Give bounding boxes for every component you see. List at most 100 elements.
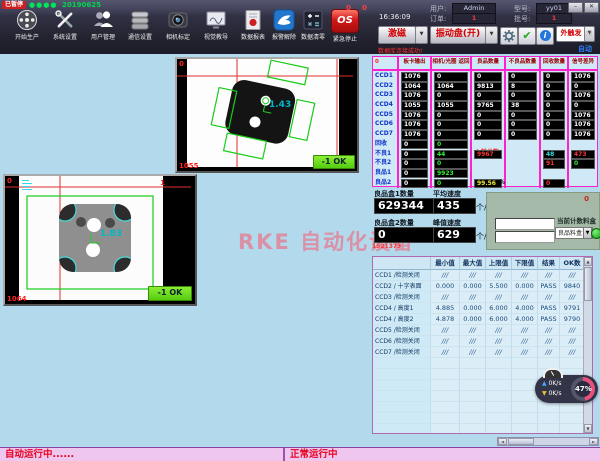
results-row: CCD4 / 高度14.8850.0006.0004.000PASS9791 (373, 303, 592, 314)
results-cell: 6.000 (486, 303, 512, 314)
scroll-right-button[interactable]: ► (589, 438, 598, 445)
toolbar-button-comm-settings[interactable]: 通信设置 (122, 9, 158, 53)
check-icon: ✔ (522, 29, 531, 42)
camera-icon (167, 9, 189, 31)
panel-flag: 0 (584, 195, 589, 203)
results-cell: /// (538, 325, 560, 336)
monitor-icon (205, 9, 227, 31)
batch-value-field: 1 (536, 13, 572, 24)
arrow-down-icon: ▼ (586, 426, 589, 431)
tools-icon (54, 9, 76, 31)
arrow-left-icon: ◄ (501, 439, 504, 444)
current-box-label: 当前计数料盒 (557, 215, 596, 225)
measure-value-left: 1.83 (100, 229, 122, 239)
results-cell: /// (460, 347, 486, 358)
results-empty-row (373, 424, 592, 434)
trigger-select[interactable]: 外触发 (556, 26, 586, 42)
stats-table: 0 板卡输出 相机/光圈 返回 良品数量 不良品数量 回收数量 信号差异 CCD… (372, 56, 598, 187)
results-cell: /// (538, 336, 560, 347)
status-led (591, 228, 600, 239)
stats-row: CCD3107600001076 (373, 90, 597, 100)
scroll-down-button[interactable]: ▼ (584, 424, 592, 433)
results-cell: /// (512, 336, 538, 347)
stats-cell: 0 (399, 178, 432, 189)
demagnetize-dropdown-button[interactable]: ▼ (415, 26, 428, 44)
count-input-2[interactable] (495, 231, 555, 243)
toolbar-button-camera-calibration[interactable]: 相机标定 (160, 9, 196, 53)
auto-mode-label: 自动 (578, 44, 592, 54)
stats-row: CCD41055105597653800 (373, 100, 597, 110)
results-row: CCD2 / 十字表面0.0000.0005.5000.000PASS9840 (373, 281, 592, 292)
camera-view-top: 1.43 0 1055 -1 OK (175, 57, 359, 173)
vibrator-dropdown-button[interactable]: ▼ (485, 26, 498, 44)
stats-row: 良品20099.56%0 (373, 178, 597, 188)
usage-percent: 47% (575, 381, 591, 397)
stats-value: 99.56 (474, 179, 502, 189)
camera-index-right: 1 (160, 179, 165, 187)
scrollbar-thumb[interactable] (584, 267, 592, 301)
results-cell: 9790 (560, 314, 585, 325)
toolbar-button-label: 通信设置 (122, 32, 158, 41)
date-label: 20190625 (62, 1, 101, 9)
results-row-label: CCD4 / 高度2 (373, 314, 431, 325)
avg-speed-value: 435 (433, 198, 476, 214)
info-icon: i (540, 30, 551, 41)
status-message-left: 自动运行中...... (0, 448, 283, 461)
stats-corner: 0 (373, 57, 399, 69)
toolbar-button-data-clear[interactable]: 数据清零 (295, 9, 331, 53)
results-cell: /// (486, 270, 512, 281)
results-row-label: CCD1 /检测关闭 (373, 270, 431, 281)
toolbar-button-start-production[interactable]: 开始生产 (9, 9, 45, 53)
floating-monitor-widget[interactable]: ▲ 0K/s ▼ 0K/s 47% (535, 375, 598, 403)
results-cell: /// (486, 292, 512, 303)
results-table: 最小值最大值上限值下限值结果OK数 CCD1 /检测关闭////////////… (372, 256, 593, 434)
toolbar-button-emergency-stop[interactable]: OS 紧急停止 (327, 9, 363, 53)
results-cell: /// (512, 325, 538, 336)
status-bar: 自动运行中...... 正常运行中 (0, 447, 600, 461)
stats-suffix: % (499, 179, 505, 186)
results-header-cell: 最大值 (460, 257, 486, 270)
settings-gear-button[interactable] (500, 27, 518, 45)
reel-icon (16, 9, 38, 31)
minimize-button[interactable]: – (568, 2, 583, 13)
vertical-scrollbar[interactable]: ▲ ▼ (583, 257, 592, 433)
results-cell: 0.000 (512, 281, 538, 292)
toolbar-button-label: 开始生产 (9, 32, 45, 41)
results-cell: /// (431, 270, 460, 281)
header-bar: 已暂停 ●●●● 20190625 开始生产 系统设置 用户管理 通信设置 相机… (0, 0, 600, 54)
results-cell: PASS (538, 303, 560, 314)
results-cell: PASS (538, 281, 560, 292)
confirm-check-button[interactable]: ✔ (518, 27, 536, 45)
results-header-cell: 结果 (538, 257, 560, 270)
results-cell: /// (431, 325, 460, 336)
toolbar-button-vision-teaching[interactable]: 视觉教导 (198, 9, 234, 53)
results-row-label: CCD5 /检测关闭 (373, 325, 431, 336)
results-cell: /// (538, 292, 560, 303)
demagnetize-button[interactable]: 激磁 (378, 26, 416, 44)
chevron-down-icon: ▼ (420, 31, 424, 37)
info-button[interactable]: i (536, 27, 554, 45)
scrollbar-thumb[interactable] (508, 438, 534, 445)
horizontal-scrollbar[interactable]: ◄ ► (497, 437, 599, 446)
results-row: CCD5 /检测关闭////////////////// (373, 325, 592, 336)
toolbar-button-system-settings[interactable]: 系统设置 (47, 9, 83, 53)
results-cell: 5.500 (486, 281, 512, 292)
usage-donut-gauge: 47% (571, 377, 595, 401)
count-input-1[interactable] (495, 218, 555, 230)
scroll-up-button[interactable]: ▲ (584, 257, 592, 266)
scroll-left-button[interactable]: ◄ (498, 438, 507, 445)
toolbar-button-label: 视觉教导 (198, 32, 234, 41)
stats-header-cell: 信号差异 (569, 57, 597, 69)
vibrator-button[interactable]: 振动盘(开) (430, 26, 486, 44)
close-button[interactable]: ✕ (584, 2, 599, 13)
stats-row: 不良200910 (373, 158, 597, 168)
camera-count: 1055 (179, 162, 198, 170)
user-label: 用户: (430, 4, 446, 14)
hand-icon (273, 9, 295, 31)
stats-row: CCD1107600001076 (373, 71, 597, 81)
users-icon (92, 9, 114, 31)
results-cell: /// (460, 336, 486, 347)
stop-icon: OS (331, 9, 359, 33)
results-cell: /// (431, 336, 460, 347)
toolbar-button-user-management[interactable]: 用户管理 (85, 9, 121, 53)
